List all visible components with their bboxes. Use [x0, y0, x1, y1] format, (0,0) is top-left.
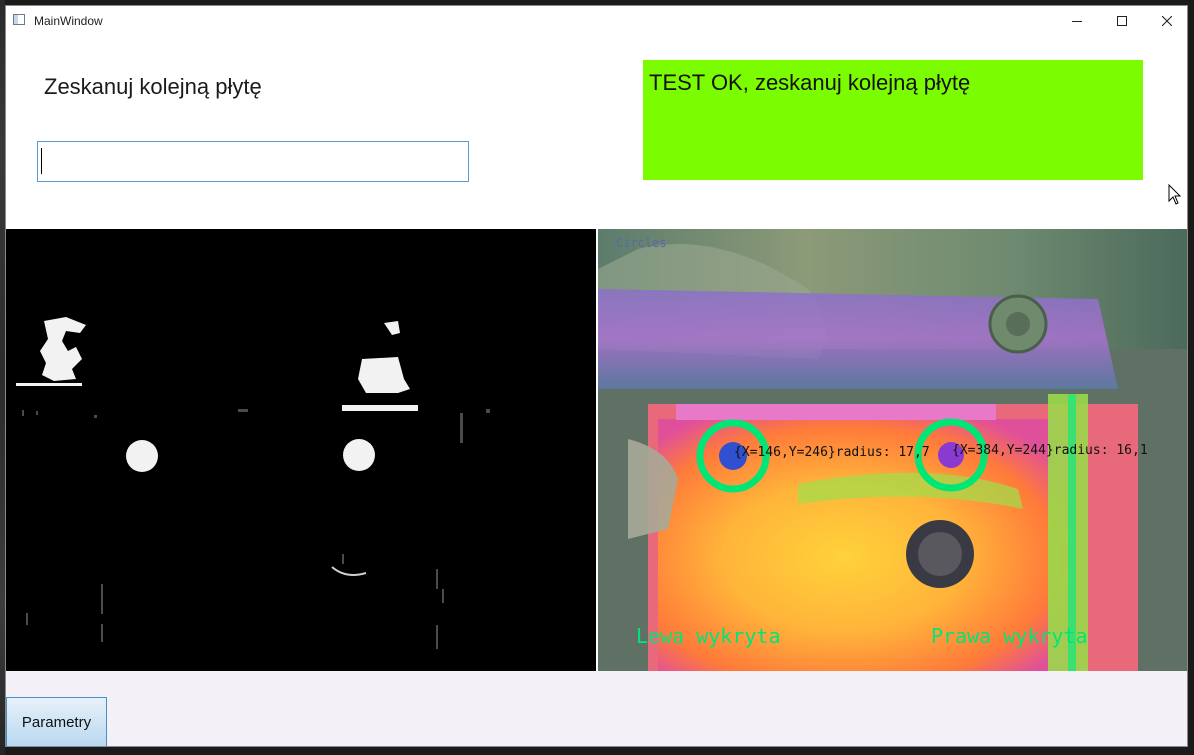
barcode-input[interactable] — [37, 141, 469, 182]
status-text: TEST OK, zeskanuj kolejną płytę — [649, 70, 971, 95]
text-caret — [41, 148, 42, 174]
maximize-button[interactable] — [1099, 6, 1145, 36]
threshold-image — [6, 229, 596, 671]
title-bar[interactable]: MainWindow — [6, 6, 1187, 36]
close-icon — [1162, 16, 1172, 26]
maximize-icon — [1117, 16, 1127, 26]
scan-prompt-label: Zeskanuj kolejną płytę — [44, 74, 262, 99]
app-icon — [13, 14, 25, 25]
camera-label: Circles — [616, 236, 667, 250]
minimize-icon — [1072, 21, 1082, 22]
left-status: Lewa wykryta — [636, 624, 781, 648]
bottom-bar — [6, 671, 1187, 746]
right-status: Prawa wykryta — [931, 624, 1088, 648]
parameters-button[interactable]: Parametry — [6, 697, 107, 746]
status-panel: TEST OK, zeskanuj kolejną płytę — [643, 60, 1143, 180]
window-title: MainWindow — [34, 14, 103, 28]
mouse-cursor-icon — [1168, 184, 1182, 205]
right-circle-info: {X=384,Y=244}radius: 16,1 — [952, 443, 1148, 458]
close-button[interactable] — [1144, 6, 1187, 36]
left-circle-info: {X=146,Y=246}radius: 17,7 — [734, 445, 930, 460]
main-window: MainWindow Zeskanuj kolejną płytę TEST O… — [5, 5, 1188, 747]
camera-image: Circles {X=146,Y=246}radius: 17,7 {X=384… — [598, 229, 1187, 671]
minimize-button[interactable] — [1054, 6, 1100, 36]
